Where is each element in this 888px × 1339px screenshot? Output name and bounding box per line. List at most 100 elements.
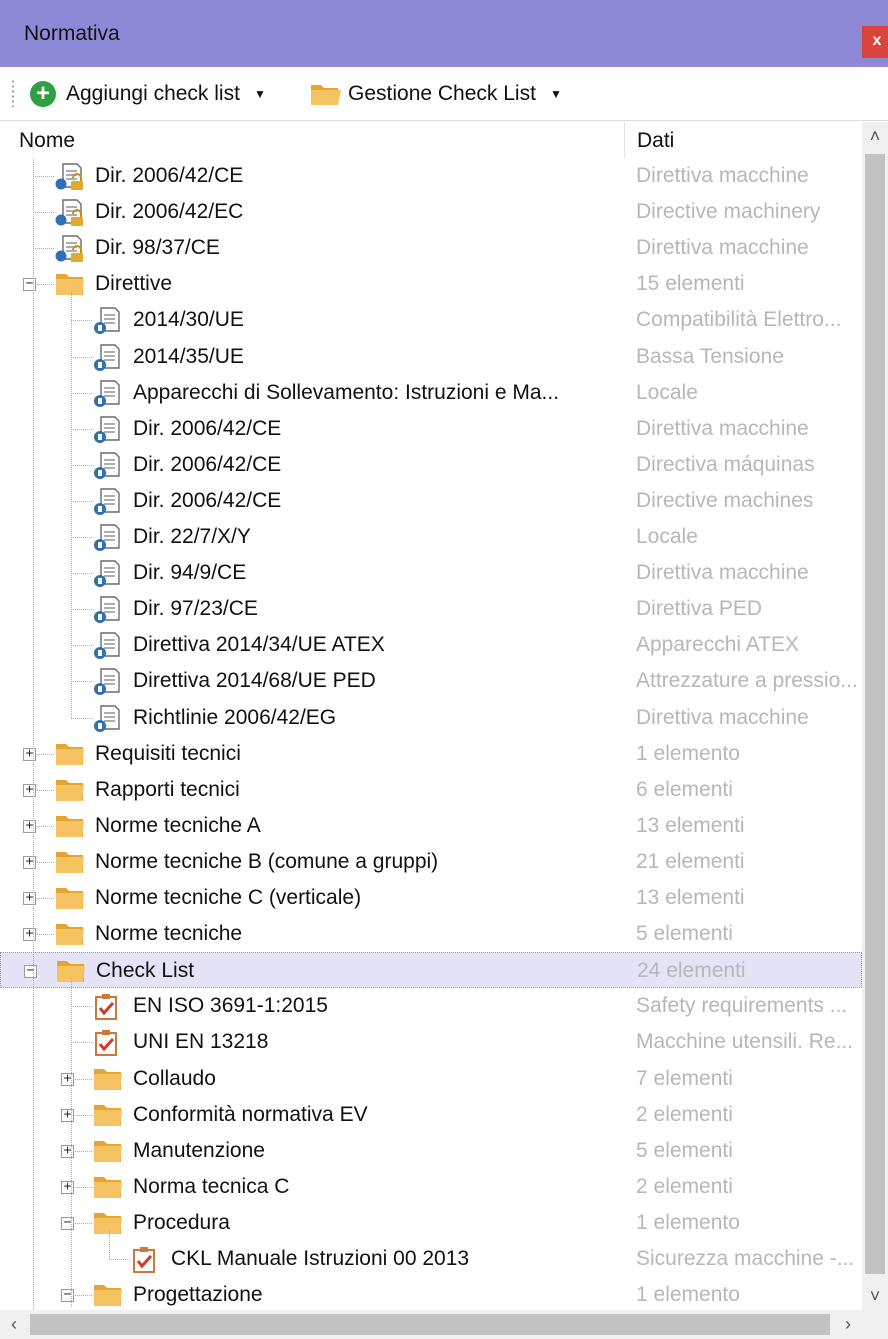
tree-row-dir-98-37-ce[interactable]: Dir. 98/37/CE Direttiva macchine bbox=[0, 230, 862, 266]
expand-icon[interactable]: + bbox=[23, 891, 36, 905]
tree-item-label: Direttiva 2014/68/UE PED bbox=[133, 669, 376, 692]
document-icon bbox=[93, 560, 121, 588]
tree-item-data: Apparecchi ATEX bbox=[636, 633, 800, 656]
tree-row-conformit-normativa-ev[interactable]: + Conformità normativa EV 2 elementi bbox=[0, 1097, 862, 1133]
tree-item-label: Apparecchi di Sollevamento: Istruzioni e… bbox=[133, 381, 560, 404]
checklist-icon bbox=[93, 1029, 121, 1057]
tree-row-norme-tecniche-c-verticale[interactable]: + Norme tecniche C (verticale) 13 elementi bbox=[0, 880, 862, 916]
document-icon bbox=[93, 632, 121, 660]
tree-row-progettazione[interactable]: − Progettazione 1 elemento bbox=[0, 1277, 862, 1310]
folder-icon bbox=[93, 1282, 122, 1310]
manage-checklist-dropdown-icon[interactable]: ▼ bbox=[550, 87, 562, 101]
expand-icon[interactable]: + bbox=[23, 855, 36, 869]
tree-row-manutenzione[interactable]: + Manutenzione 5 elementi bbox=[0, 1133, 862, 1169]
document-icon bbox=[93, 705, 121, 733]
tree-row-direttive[interactable]: − Direttive 15 elementi bbox=[0, 266, 862, 302]
scroll-left-icon[interactable]: ‹ bbox=[0, 1310, 28, 1339]
add-checklist-button[interactable]: + Aggiungi check list ▼ bbox=[30, 77, 266, 111]
tree-row-dir-2006-42-ce[interactable]: Dir. 2006/42/CE Direttiva macchine bbox=[0, 158, 862, 194]
horizontal-scrollbar[interactable]: ‹ › bbox=[0, 1310, 862, 1339]
tree-row-requisiti-tecnici[interactable]: + Requisiti tecnici 1 elemento bbox=[0, 736, 862, 772]
folder-icon bbox=[55, 813, 84, 841]
toolbar: + Aggiungi check list ▼ Gestione Check L… bbox=[0, 67, 888, 121]
manage-checklist-button[interactable]: Gestione Check List ▼ bbox=[310, 77, 562, 111]
scroll-right-icon[interactable]: › bbox=[834, 1310, 862, 1339]
checklist-icon bbox=[131, 1246, 159, 1274]
tree-row-dir-2006-42-ce[interactable]: Dir. 2006/42/CE Directiva máquinas bbox=[0, 447, 862, 483]
tree-row-norma-tecnica-c[interactable]: + Norma tecnica C 2 elementi bbox=[0, 1169, 862, 1205]
expand-icon[interactable]: + bbox=[61, 1072, 74, 1086]
tree-row-dir-2006-42-ec[interactable]: Dir. 2006/42/EC Directive machinery bbox=[0, 194, 862, 230]
collapse-icon[interactable]: − bbox=[24, 964, 37, 978]
folder-icon bbox=[311, 85, 341, 105]
tree-item-label: Dir. 2006/42/CE bbox=[133, 489, 282, 512]
tree-item-data: Locale bbox=[636, 381, 698, 404]
close-button[interactable]: x bbox=[862, 26, 888, 58]
column-divider[interactable] bbox=[624, 122, 625, 158]
column-header-name[interactable]: Nome bbox=[19, 129, 75, 153]
document-icon bbox=[93, 344, 121, 372]
tree-row-dir-2006-42-ce[interactable]: Dir. 2006/42/CE Directive machines bbox=[0, 483, 862, 519]
scroll-down-icon[interactable]: ˅ bbox=[862, 1282, 888, 1310]
tree-row-dir-94-9-ce[interactable]: Dir. 94/9/CE Direttiva macchine bbox=[0, 555, 862, 591]
tree-item-data: Directiva máquinas bbox=[636, 453, 815, 476]
expand-icon[interactable]: + bbox=[61, 1108, 74, 1122]
expand-icon[interactable]: + bbox=[23, 783, 36, 797]
document-icon bbox=[93, 668, 121, 696]
tree-item-label: Dir. 22/7/X/Y bbox=[133, 525, 251, 548]
tree-row-richtlinie-2006-42-eg[interactable]: Richtlinie 2006/42/EG Direttiva macchine bbox=[0, 700, 862, 736]
scrollbar-corner bbox=[862, 1310, 888, 1339]
tree-row-norme-tecniche[interactable]: + Norme tecniche 5 elementi bbox=[0, 916, 862, 952]
tree-row-direttiva-2014-34-ue-atex[interactable]: Direttiva 2014/34/UE ATEX Apparecchi ATEX bbox=[0, 627, 862, 663]
collapse-icon[interactable]: − bbox=[61, 1288, 74, 1302]
tree-row-norme-tecniche-a[interactable]: + Norme tecniche A 13 elementi bbox=[0, 808, 862, 844]
tree-item-data: Direttiva macchine bbox=[636, 706, 809, 729]
expand-icon[interactable]: + bbox=[23, 927, 36, 941]
tree-row-collaudo[interactable]: + Collaudo 7 elementi bbox=[0, 1061, 862, 1097]
add-checklist-dropdown-icon[interactable]: ▼ bbox=[254, 87, 266, 101]
column-header-data[interactable]: Dati bbox=[637, 129, 674, 153]
collapse-icon[interactable]: − bbox=[23, 277, 36, 291]
tree-item-label: Norme tecniche bbox=[95, 922, 243, 945]
tree-item-label: Conformità normativa EV bbox=[133, 1103, 368, 1126]
tree-item-data: Direttiva PED bbox=[636, 597, 763, 620]
tree-item-data: Bassa Tensione bbox=[636, 345, 784, 368]
tree-item-label: Procedura bbox=[133, 1211, 230, 1234]
expand-icon[interactable]: + bbox=[61, 1144, 74, 1158]
scroll-up-icon[interactable]: ˄ bbox=[862, 122, 888, 150]
tree-item-data: 1 elemento bbox=[636, 1211, 740, 1234]
tree-row-check-list[interactable]: − Check List 24 elementi bbox=[0, 952, 862, 988]
tree-row-2014-35-ue[interactable]: 2014/35/UE Bassa Tensione bbox=[0, 339, 862, 375]
tree-row-uni-en-13218[interactable]: UNI EN 13218 Macchine utensili. Re... bbox=[0, 1024, 862, 1060]
vertical-scrollbar[interactable]: ˄ ˅ bbox=[862, 122, 888, 1310]
horizontal-scroll-thumb[interactable] bbox=[30, 1314, 830, 1335]
collapse-icon[interactable]: − bbox=[61, 1216, 74, 1230]
tree-row-en-iso-3691-1-2015[interactable]: EN ISO 3691-1:2015 Safety requirements ..… bbox=[0, 988, 862, 1024]
tree-row-dir-22-7-x-y[interactable]: Dir. 22/7/X/Y Locale bbox=[0, 519, 862, 555]
tree-item-label: UNI EN 13218 bbox=[133, 1030, 269, 1053]
tree-row-2014-30-ue[interactable]: 2014/30/UE Compatibilità Elettro... bbox=[0, 302, 862, 338]
toolbar-grip-icon[interactable] bbox=[11, 79, 15, 107]
tree-item-label: Dir. 94/9/CE bbox=[133, 561, 247, 584]
expand-icon[interactable]: + bbox=[23, 819, 36, 833]
tree-row-dir-2006-42-ce[interactable]: Dir. 2006/42/CE Direttiva macchine bbox=[0, 411, 862, 447]
expand-icon[interactable]: + bbox=[23, 747, 36, 761]
tree-row-ckl-manuale-istruzioni-00-2013[interactable]: CKL Manuale Istruzioni 00 2013 Sicurezza … bbox=[0, 1241, 862, 1277]
tree-row-procedura[interactable]: − Procedura 1 elemento bbox=[0, 1205, 862, 1241]
vertical-scroll-thumb[interactable] bbox=[865, 154, 885, 1274]
title-bar: Normativa x bbox=[0, 0, 888, 67]
expand-icon[interactable]: + bbox=[61, 1180, 74, 1194]
document-icon bbox=[93, 416, 121, 444]
tree-row-apparecchi-di-sollevamento-istruzioni-e-ma[interactable]: Apparecchi di Sollevamento: Istruzioni e… bbox=[0, 375, 862, 411]
folder-icon bbox=[93, 1102, 122, 1130]
tree-row-norme-tecniche-b-comune-a-gruppi[interactable]: + Norme tecniche B (comune a gruppi) 21 el… bbox=[0, 844, 862, 880]
tree-row-rapporti-tecnici[interactable]: + Rapporti tecnici 6 elementi bbox=[0, 772, 862, 808]
tree-item-label: Norma tecnica C bbox=[133, 1175, 290, 1198]
tree-row-direttiva-2014-68-ue-ped[interactable]: Direttiva 2014/68/UE PED Attrezzature a p… bbox=[0, 663, 862, 699]
folder-icon bbox=[55, 885, 84, 913]
tree-connector-line bbox=[71, 292, 72, 718]
window-title: Normativa bbox=[24, 22, 120, 45]
tree-item-label: Progettazione bbox=[133, 1283, 263, 1306]
tree-item-data: Safety requirements ... bbox=[636, 994, 848, 1017]
tree-row-dir-97-23-ce[interactable]: Dir. 97/23/CE Direttiva PED bbox=[0, 591, 862, 627]
